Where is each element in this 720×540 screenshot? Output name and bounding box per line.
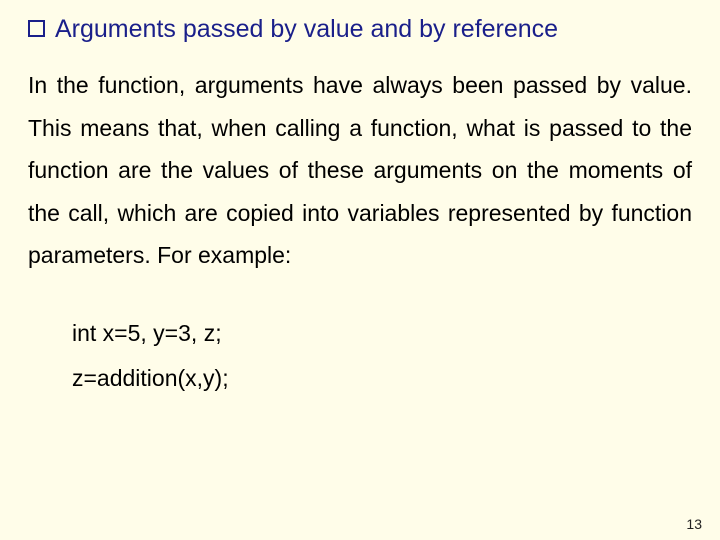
- code-line-2: z=addition(x,y);: [72, 356, 692, 401]
- page-number: 13: [686, 516, 702, 532]
- square-bullet-icon: [28, 20, 45, 37]
- code-line-1: int x=5, y=3, z;: [72, 311, 692, 356]
- section-heading: Arguments passed by value and by referen…: [28, 14, 692, 44]
- body-paragraph: In the function, arguments have always b…: [28, 64, 692, 277]
- heading-text: Arguments passed by value and by referen…: [55, 14, 558, 44]
- code-example: int x=5, y=3, z; z=addition(x,y);: [72, 311, 692, 401]
